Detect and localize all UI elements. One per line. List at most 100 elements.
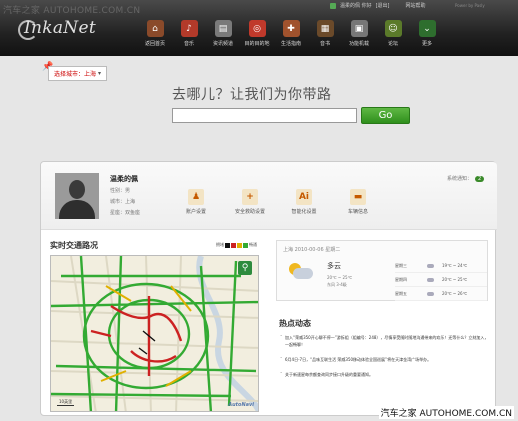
- user-bar: 温柔的佩 你好 [退出] 网站帮助: [330, 2, 426, 9]
- audiobook-icon: ▦: [316, 20, 334, 37]
- account-settings-icon: ♟: [188, 189, 204, 205]
- notification-count-badge[interactable]: 2: [475, 175, 485, 182]
- nav-item[interactable]: ▤ 资讯频道: [206, 20, 240, 47]
- weather-widget: 上海 2010-00-06 星期二 多云 20℃ ~ 25℃ 东风 3-4级 星…: [276, 240, 488, 301]
- weather-wind: 东风 3-4级: [327, 282, 347, 287]
- nav-item-label: 目的目的地: [244, 41, 270, 47]
- nav-item-label: 更多: [421, 41, 432, 47]
- weather-desc: 多云: [327, 262, 341, 270]
- profile-action-label: 智能化设置: [291, 209, 317, 215]
- weather-forecast: 星期三 19℃ ~ 24℃ 星期四 20℃ ~ 25℃ 星期五 20℃ ~ 26℃: [395, 259, 487, 301]
- profile-action[interactable]: ♟ 账户设置: [175, 189, 217, 215]
- nav-item-label: 音乐: [183, 41, 194, 47]
- avatar-head-shape: [69, 180, 85, 199]
- car-function-icon: ▣: [350, 20, 368, 37]
- logout-link[interactable]: [退出]: [376, 2, 390, 9]
- profile-action-label: 车辆信息: [347, 209, 368, 215]
- forum-icon: ☺: [384, 20, 402, 37]
- avatar-body-shape: [59, 200, 95, 219]
- weather-date: 上海 2010-00-06 星期二: [283, 247, 341, 253]
- vehicle-info-icon: ▬: [350, 189, 366, 205]
- city-selector[interactable]: 选择城市：上海 ▾: [48, 66, 108, 81]
- main-nav: ⌂ 返回首页 ♪ 音乐 ▤ 资讯频道 ◎ 目的目的地 ✚ 生活指南 ▦ 音书 ▣ 功能机载 ☺ 论坛 ⌄ 更多: [138, 20, 444, 47]
- powered-by: Power by Pasly: [455, 3, 485, 8]
- smart-settings-icon: Ai: [296, 189, 312, 205]
- dashboard-panel: 温柔的佩 性别：男 城市：上海 星座：双鱼座 ♟ 账户设置 + 安全救助设置 Ai 智能化…: [40, 161, 497, 416]
- map-scale: 10英里: [57, 399, 75, 406]
- system-notification[interactable]: 系统通知： 2: [447, 175, 485, 182]
- nav-item-label: 资讯频道: [212, 41, 233, 47]
- nav-item-label: 音书: [319, 41, 330, 47]
- legend-swatch-yellow: [237, 242, 242, 248]
- traffic-map-roads: [51, 256, 258, 411]
- life-guide-icon: ✚: [282, 20, 300, 37]
- forecast-temp: 20℃ ~ 25℃: [442, 277, 468, 282]
- news-icon: ▤: [214, 20, 232, 37]
- profile-city: 城市：上海: [110, 199, 136, 205]
- nav-item[interactable]: ✚ 生活指南: [274, 20, 308, 47]
- nav-item-label: 论坛: [387, 41, 398, 47]
- news-title: 热点动态: [279, 319, 311, 328]
- nav-item-label: 功能机载: [348, 41, 369, 47]
- forecast-day: 星期四: [395, 276, 407, 282]
- help-link[interactable]: 网站帮助: [406, 2, 426, 9]
- profile-action-label: 安全救助设置: [234, 209, 265, 215]
- cloud-shape: [293, 268, 313, 279]
- legend-fast-label: 畅通: [249, 242, 257, 247]
- user-status-icon: [330, 2, 336, 9]
- system-notification-label: 系统通知：: [447, 176, 473, 182]
- destination-icon: ◎: [248, 20, 266, 37]
- forecast-day: 星期五: [395, 290, 407, 296]
- inkanet-logo[interactable]: InkaNet: [24, 18, 96, 38]
- traffic-legend: 拥堵 畅通: [216, 242, 257, 248]
- safety-rescue-icon: +: [242, 189, 258, 205]
- forecast-day: 星期三: [395, 262, 407, 268]
- forecast-row: 星期三 19℃ ~ 24℃: [395, 259, 487, 273]
- profile-action[interactable]: ▬ 车辆信息: [337, 189, 379, 215]
- nav-item[interactable]: ▦ 音书: [308, 20, 342, 47]
- traffic-map[interactable]: ⚲ 10英里 AutoNavi: [50, 255, 259, 412]
- cloud-icon: [427, 291, 434, 296]
- more-icon: ⌄: [418, 20, 436, 37]
- nav-item[interactable]: ☺ 论坛: [376, 20, 410, 47]
- hero-title: 去哪儿？让我们为你带路: [172, 87, 332, 103]
- news-list: 加入“荣威350开心聊不停一”游拆组（组编号：248），尽情享受随时随地沟通带来…: [279, 333, 489, 386]
- forecast-temp: 19℃ ~ 24℃: [442, 263, 468, 268]
- profile-constellation: 星座：双鱼座: [110, 210, 141, 216]
- legend-slow-label: 拥堵: [216, 242, 224, 247]
- profile-gender: 性别：男: [110, 188, 131, 194]
- nav-item[interactable]: ◎ 目的目的地: [240, 20, 274, 47]
- profile-action-label: 账户设置: [185, 209, 206, 215]
- news-item[interactable]: 加入“荣威350开心聊不停一”游拆组（组编号：248），尽情享受随时随地沟通带来…: [279, 333, 489, 348]
- forecast-row: 星期四 20℃ ~ 25℃: [395, 273, 487, 287]
- news-item[interactable]: 6月4日-7日，“品味互联生活 荣威350移动体验全国巡展”将在天津金湾广场举办…: [279, 355, 489, 363]
- profile-action[interactable]: Ai 智能化设置: [283, 189, 325, 215]
- legend-swatch-red: [231, 242, 236, 248]
- nav-item[interactable]: ⌄ 更多: [410, 20, 444, 47]
- profile-name: 温柔的佩: [110, 175, 138, 183]
- destination-search-input[interactable]: [172, 108, 357, 123]
- nav-item[interactable]: ♪ 音乐: [172, 20, 206, 47]
- news-item[interactable]: 关于新速星每余额查询同步接口升级的重要通知。: [279, 370, 489, 378]
- forecast-temp: 20℃ ~ 26℃: [442, 291, 468, 296]
- watermark-top: 汽车之家 AUTOHOME.COM.CN: [3, 6, 141, 16]
- profile-section: 温柔的佩 性别：男 城市：上海 星座：双鱼座 ♟ 账户设置 + 安全救助设置 Ai 智能化…: [41, 162, 497, 230]
- legend-swatch-black: [225, 242, 230, 248]
- watermark-bottom: 汽车之家 AUTOHOME.COM.CN: [378, 406, 514, 419]
- cloud-icon: [427, 277, 434, 282]
- music-icon: ♪: [180, 20, 198, 37]
- nav-item-label: 生活指南: [280, 41, 301, 47]
- cloud-icon: [427, 263, 434, 268]
- profile-action[interactable]: + 安全救助设置: [229, 189, 271, 215]
- go-button[interactable]: Go: [361, 107, 410, 124]
- forecast-row: 星期五 20℃ ~ 26℃: [395, 287, 487, 301]
- nav-item-label: 返回首页: [144, 41, 165, 47]
- legend-swatch-green: [243, 242, 248, 248]
- weather-temp: 20℃ ~ 25℃: [327, 275, 353, 280]
- avatar[interactable]: [55, 173, 99, 219]
- nav-item[interactable]: ▣ 功能机载: [342, 20, 376, 47]
- map-zoom-icon[interactable]: ⚲: [238, 261, 252, 275]
- chevron-down-icon: ▾: [98, 70, 102, 77]
- profile-actions: ♟ 账户设置 + 安全救助设置 Ai 智能化设置 ▬ 车辆信息: [175, 189, 379, 215]
- nav-item[interactable]: ⌂ 返回首页: [138, 20, 172, 47]
